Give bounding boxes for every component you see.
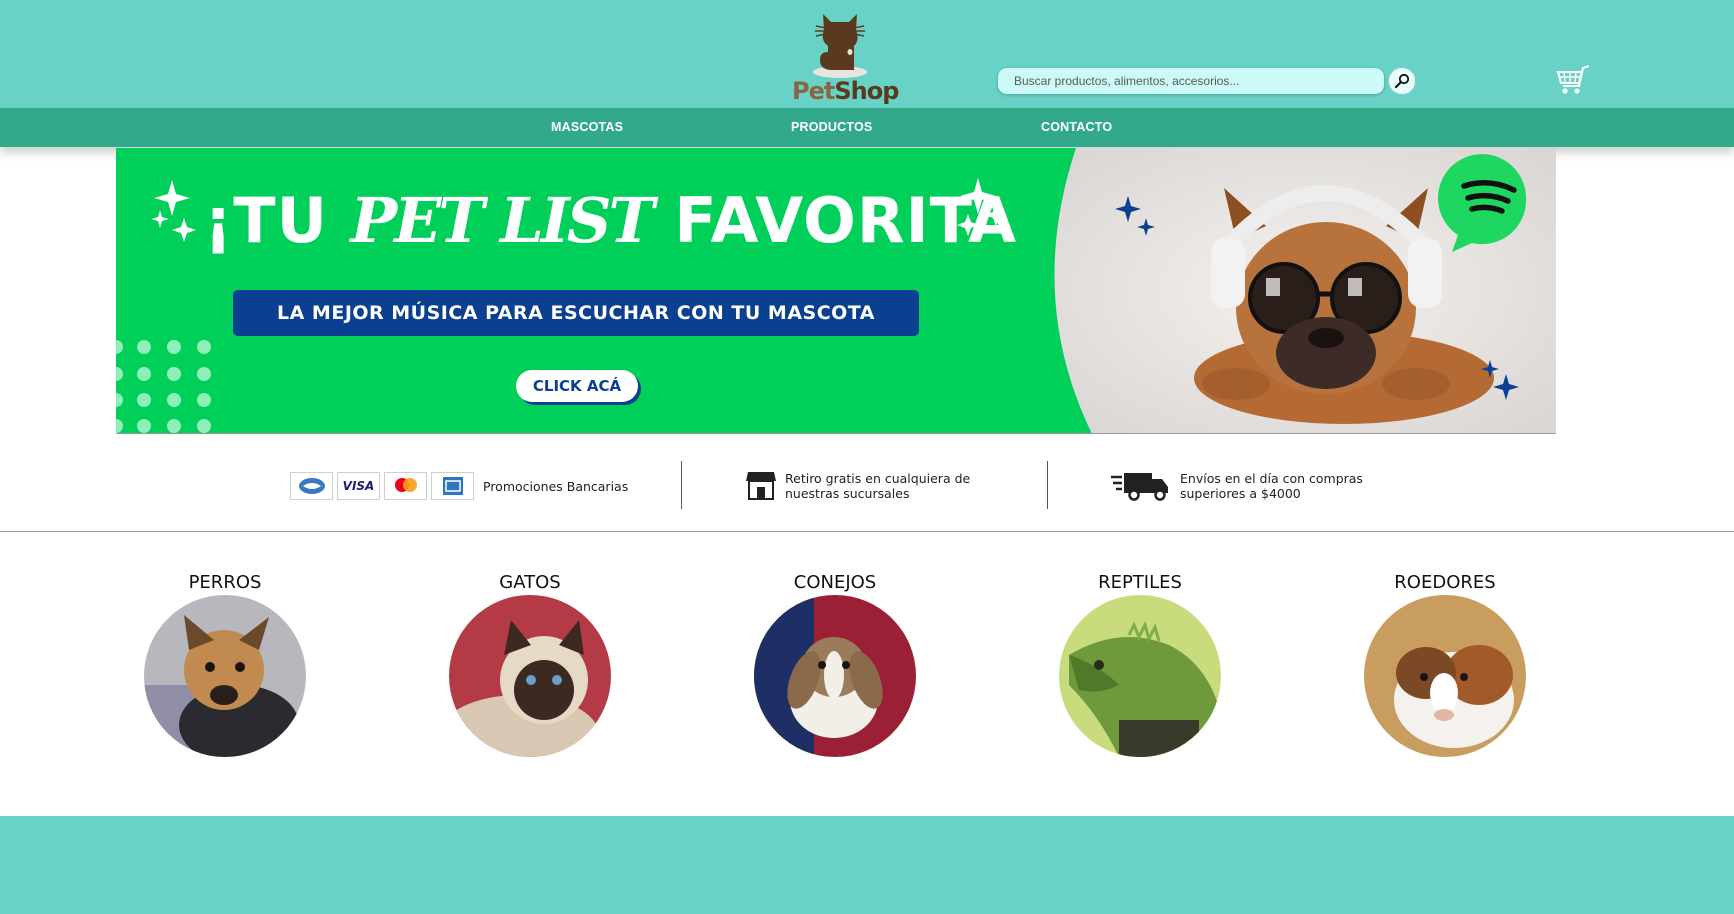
nav-item-contacto[interactable]: CONTACTO bbox=[1041, 120, 1112, 134]
category-image-iguana bbox=[1059, 595, 1221, 757]
card-banelco bbox=[290, 472, 333, 500]
search-input[interactable] bbox=[998, 68, 1384, 94]
category-image-rabbit bbox=[754, 595, 916, 757]
site-header: PetShop bbox=[0, 0, 1734, 108]
pickup-text-line2: nuestras sucursales bbox=[785, 486, 910, 501]
amex-icon bbox=[442, 477, 463, 495]
category-conejos[interactable]: CONEJOS bbox=[754, 571, 916, 757]
card-generic-icon bbox=[298, 478, 325, 494]
divider bbox=[1047, 461, 1048, 509]
bank-promo-text: Promociones Bancarias bbox=[483, 479, 629, 494]
banner-title: ¡TU PET LIST FAVORITA bbox=[204, 184, 1017, 257]
nav-item-productos[interactable]: PRODUCTOS bbox=[791, 120, 872, 134]
banner-title-script: PET LIST bbox=[350, 184, 655, 257]
category-label: CONEJOS bbox=[793, 572, 877, 593]
logo-text: PetShop bbox=[792, 77, 899, 105]
card-mastercard bbox=[384, 472, 427, 500]
category-label: REPTILES bbox=[1098, 572, 1182, 593]
truck-icon bbox=[1111, 473, 1168, 501]
cart-button[interactable] bbox=[1556, 64, 1590, 96]
card-visa: VISA bbox=[337, 472, 380, 500]
category-roedores[interactable]: ROEDORES bbox=[1364, 571, 1526, 757]
nav-item-mascotas[interactable]: MASCOTAS bbox=[551, 120, 623, 134]
promo-banner[interactable]: ¡TU PET LIST FAVORITA LA MEJOR MÚSICA PA… bbox=[116, 148, 1556, 434]
category-image-dog bbox=[144, 595, 306, 757]
category-gatos[interactable]: GATOS bbox=[449, 571, 611, 757]
benefits-strip: VISA Promociones Bancarias Retiro gratis… bbox=[0, 434, 1734, 532]
store-icon bbox=[746, 472, 776, 500]
pickup-text-line1: Retiro gratis en cualquiera de bbox=[785, 471, 971, 486]
search-button[interactable] bbox=[1388, 67, 1416, 95]
payment-cards: VISA bbox=[290, 472, 474, 500]
search-icon bbox=[1394, 73, 1410, 89]
category-perros[interactable]: PERROS bbox=[144, 571, 306, 757]
divider bbox=[681, 461, 682, 509]
shipping-text: Envíos en el día con compras superiores … bbox=[1180, 471, 1363, 501]
category-label: PERROS bbox=[188, 572, 262, 593]
shipping-text-line1: Envíos en el día con compras bbox=[1180, 471, 1363, 486]
category-label: ROEDORES bbox=[1394, 572, 1496, 593]
banner-cta-button[interactable]: CLICK ACÁ bbox=[516, 370, 638, 402]
category-image-cat bbox=[449, 595, 611, 757]
logo-text-shop: Shop bbox=[834, 77, 899, 105]
mastercard-icon bbox=[394, 478, 417, 492]
main-nav: MASCOTAS PRODUCTOS CONTACTO bbox=[0, 108, 1734, 147]
category-reptiles[interactable]: REPTILES bbox=[1059, 571, 1221, 757]
cart-icon bbox=[1556, 65, 1590, 94]
logo-text-pet: Pet bbox=[792, 77, 835, 105]
pickup-text: Retiro gratis en cualquiera de nuestras … bbox=[785, 471, 970, 501]
banner-title-lead: ¡TU bbox=[204, 184, 328, 257]
shipping-text-line2: superiores a $4000 bbox=[1180, 486, 1301, 501]
banner-title-tail: FAVORITA bbox=[674, 184, 1018, 257]
site-footer bbox=[0, 816, 1734, 914]
visa-label: VISA bbox=[342, 479, 375, 493]
petshop-logo[interactable]: PetShop bbox=[792, 6, 899, 105]
banner-subtitle: LA MEJOR MÚSICA PARA ESCUCHAR CON TU MAS… bbox=[233, 290, 919, 336]
category-image-guinea-pig bbox=[1364, 595, 1526, 757]
category-label: GATOS bbox=[499, 572, 561, 593]
cat-logo-icon bbox=[813, 14, 867, 78]
card-amex bbox=[431, 472, 474, 500]
